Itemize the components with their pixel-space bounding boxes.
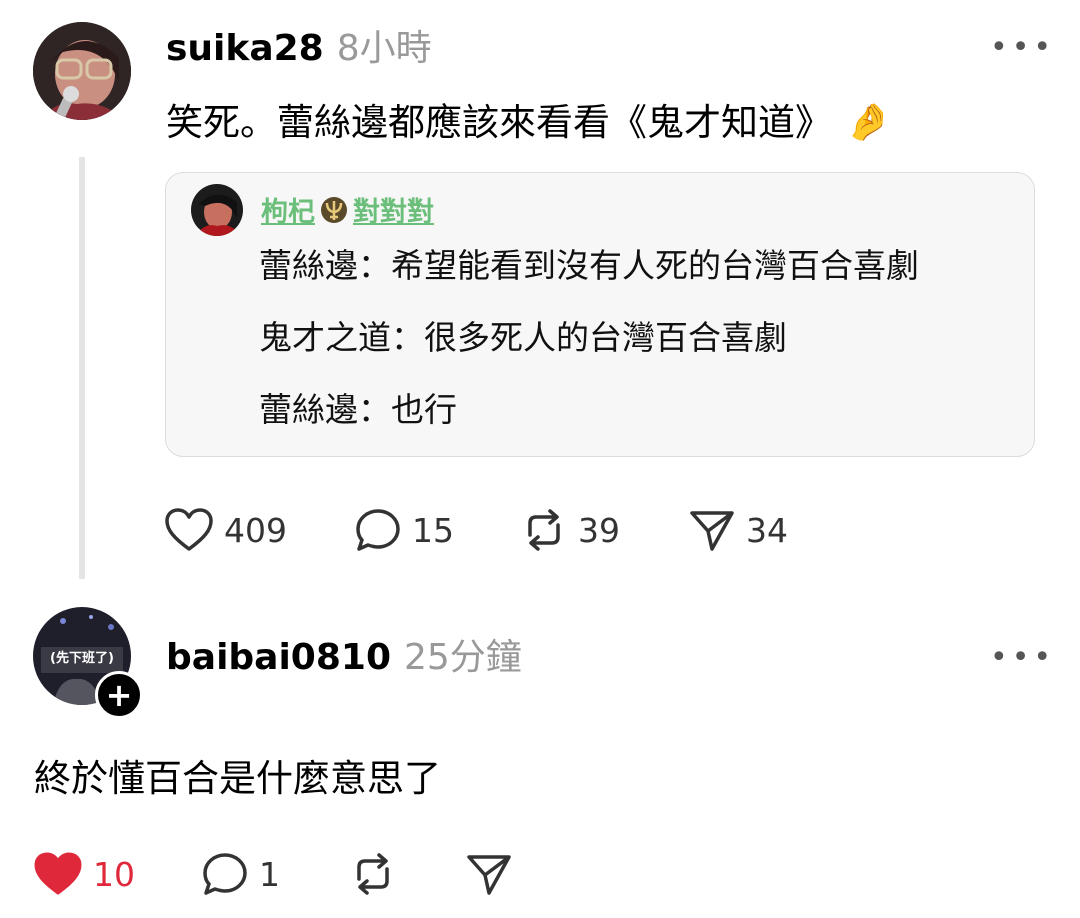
comment-count: 15 [412, 510, 454, 550]
quote-avatar[interactable] [191, 184, 243, 236]
reply-header: baibai0810 25分鐘 [166, 640, 522, 676]
reply-like-count: 10 [93, 854, 135, 894]
more-dots-icon[interactable]: ••• [990, 33, 1055, 63]
quote-line: 鬼才之道：很多死人的台灣百合喜劇 [259, 318, 787, 357]
reply-comment-count: 1 [259, 854, 280, 894]
avatar[interactable] [33, 22, 131, 120]
more-dots-icon[interactable]: ••• [990, 643, 1055, 673]
post-text: 笑死。蕾絲邊都應該來看看《鬼才知道》 🤌 [166, 104, 891, 141]
repost-button[interactable]: 39 [520, 507, 620, 553]
share-button[interactable]: 34 [688, 507, 788, 553]
pinched-fingers-emoji: 🤌 [846, 101, 891, 143]
avatar-caption: (先下班了) [50, 651, 114, 666]
reply-comment-button[interactable]: 1 [201, 851, 280, 897]
repost-count: 39 [578, 510, 620, 550]
quote-header: 枸杞 對對對 [261, 195, 434, 229]
like-count: 409 [224, 510, 287, 550]
like-button[interactable]: 409 [164, 507, 287, 553]
post-time: 8小時 [336, 28, 432, 69]
heart-filled-icon [34, 852, 82, 895]
reply-username[interactable]: baibai0810 [166, 640, 391, 676]
reply-share-button[interactable] [465, 851, 513, 897]
thread-line [79, 157, 85, 579]
comment-button[interactable]: 15 [354, 507, 454, 553]
follow-button[interactable]: + [95, 671, 143, 719]
plus-icon: + [105, 676, 133, 714]
username[interactable]: suika28 [166, 31, 324, 67]
comment-bubble-icon [203, 853, 247, 895]
heart-icon [165, 508, 213, 551]
comment-bubble-icon [356, 509, 400, 551]
reply-like-button[interactable]: 10 [33, 851, 135, 897]
quote-line: 蕾絲邊：希望能看到沒有人死的台灣百合喜劇 [259, 246, 919, 285]
reply-repost-button[interactable] [349, 851, 397, 897]
share-count: 34 [746, 510, 788, 550]
send-icon [467, 855, 511, 895]
post-text-content: 笑死。蕾絲邊都應該來看看《鬼才知道》 [166, 101, 832, 144]
post-header: suika28 8小時 [166, 31, 432, 67]
quote-username-suffix[interactable]: 對對對 [353, 199, 434, 226]
repost-icon [357, 853, 389, 895]
reply-text: 終於懂百合是什麼意思了 [34, 757, 441, 800]
trident-icon [319, 195, 349, 229]
quoted-post-card[interactable]: 枸杞 對對對 蕾絲邊：希望能看到沒有人死的台灣百合喜劇 鬼才之道：很多死人的台灣… [165, 172, 1035, 457]
quote-line: 蕾絲邊：也行 [259, 390, 457, 429]
quote-avatar-image [191, 184, 243, 236]
repost-icon [528, 509, 560, 551]
avatar-image [33, 22, 131, 120]
quote-username[interactable]: 枸杞 [261, 199, 315, 226]
reply-time: 25分鐘 [404, 637, 522, 678]
send-icon [690, 511, 734, 551]
